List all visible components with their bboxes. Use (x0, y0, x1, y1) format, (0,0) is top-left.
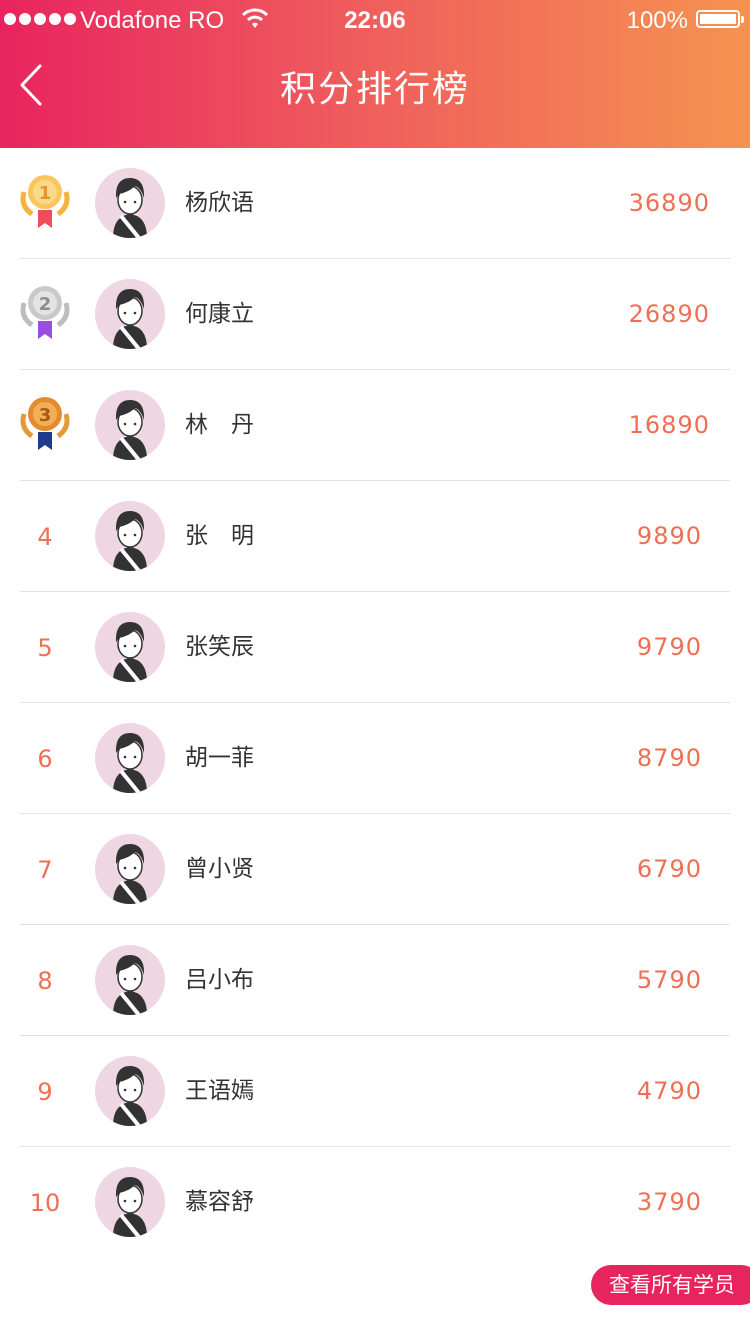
leaderboard-row[interactable]: 6 胡一菲 8790 (0, 703, 750, 814)
medal-rank-label: 2 (39, 294, 52, 315)
avatar (95, 501, 165, 571)
leaderboard-row[interactable]: 3 林 丹 16890 (0, 370, 750, 481)
medal-rank-label: 1 (39, 183, 52, 204)
student-score: 36890 (628, 189, 710, 217)
student-name: 吕小布 (185, 967, 254, 993)
student-score: 26890 (628, 300, 710, 328)
leaderboard-row[interactable]: 7 曾小贤 6790 (0, 814, 750, 925)
student-score: 8790 (636, 744, 702, 772)
rank-number: 8 (37, 966, 53, 995)
student-name: 曾小贤 (185, 856, 254, 882)
student-name: 张笑辰 (185, 634, 254, 660)
leaderboard-row[interactable]: 5 张笑辰 9790 (0, 592, 750, 703)
app-header: Vodafone RO 22:06 100% 积分排行榜 (0, 0, 750, 148)
rank-number: 7 (37, 855, 53, 884)
avatar (95, 1167, 165, 1237)
avatar (95, 168, 165, 238)
leaderboard-row[interactable]: 2 何康立 26890 (0, 259, 750, 370)
student-name: 林 丹 (185, 412, 254, 438)
leaderboard-row[interactable]: 9 王语嫣 4790 (0, 1036, 750, 1147)
avatar (95, 945, 165, 1015)
student-name: 慕容舒 (185, 1189, 254, 1215)
student-score: 3790 (636, 1188, 702, 1216)
student-score: 6790 (636, 855, 702, 883)
student-name: 何康立 (185, 301, 254, 327)
avatar (95, 612, 165, 682)
leaderboard-row[interactable]: 10 慕容舒 3790 (0, 1147, 750, 1258)
status-bar: Vodafone RO 22:06 100% (0, 0, 750, 40)
student-score: 16890 (628, 411, 710, 439)
rank-number: 10 (29, 1188, 61, 1217)
student-score: 5790 (636, 966, 702, 994)
student-name: 胡一菲 (185, 745, 254, 771)
student-name: 杨欣语 (185, 190, 254, 216)
medal-rank-label: 3 (39, 405, 52, 426)
student-score: 9890 (636, 522, 702, 550)
rank-number: 4 (37, 522, 53, 551)
view-all-students-button[interactable]: 查看所有学员 (591, 1265, 750, 1305)
silver-medal-icon: 2 (20, 286, 70, 339)
page-title: 积分排行榜 (279, 69, 470, 110)
avatar (95, 390, 165, 460)
rank-number: 5 (37, 633, 53, 662)
student-score: 4790 (636, 1077, 702, 1105)
rank-number: 6 (37, 744, 53, 773)
student-name: 张 明 (185, 523, 254, 549)
leaderboard-row[interactable]: 1 杨欣语 36890 (0, 148, 750, 259)
rank-number: 9 (37, 1077, 53, 1106)
battery-icon (696, 10, 744, 28)
student-name: 王语嫣 (185, 1078, 254, 1104)
avatar (95, 279, 165, 349)
bronze-medal-icon: 3 (20, 397, 70, 450)
avatar (95, 1056, 165, 1126)
avatar (95, 834, 165, 904)
student-score: 9790 (636, 633, 702, 661)
leaderboard-list: 1 杨欣语 36890 2 何康立 26890 3 林 丹 16890 4 张 … (0, 148, 750, 1258)
gold-medal-icon: 1 (20, 175, 70, 228)
avatar (95, 723, 165, 793)
leaderboard-row[interactable]: 4 张 明 9890 (0, 481, 750, 592)
leaderboard-row[interactable]: 8 吕小布 5790 (0, 925, 750, 1036)
battery-percent: 100% (626, 7, 688, 34)
